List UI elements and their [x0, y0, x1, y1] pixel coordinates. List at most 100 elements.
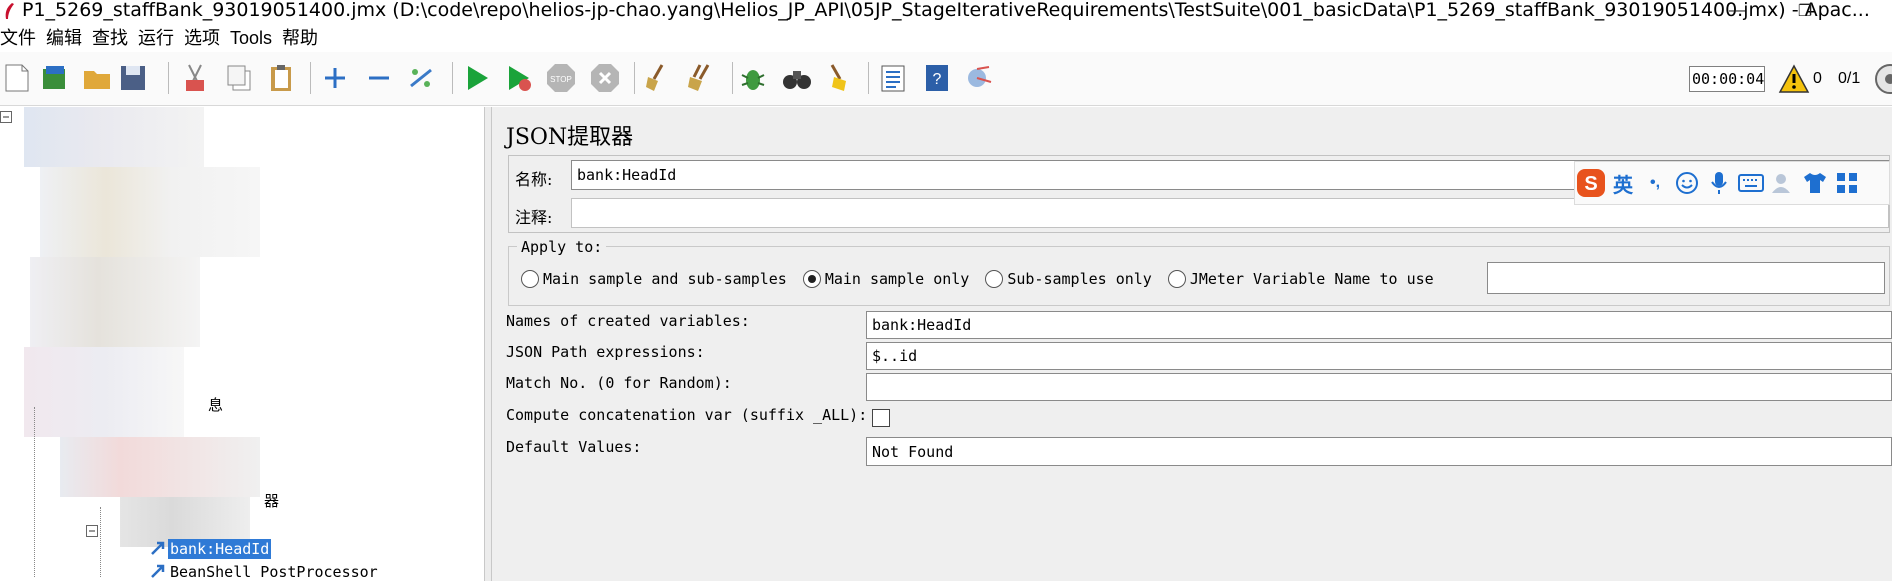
menu-run[interactable]: 运行 — [138, 24, 182, 52]
find-button[interactable] — [780, 61, 814, 95]
minus-icon — [369, 76, 389, 80]
radio-button[interactable] — [1167, 270, 1186, 288]
binoculars-icon — [783, 71, 811, 89]
menu-help[interactable]: 帮助 — [282, 24, 326, 52]
default-values-input[interactable]: Not Found — [866, 437, 1892, 466]
start-button[interactable] — [460, 61, 494, 95]
names-of-variables-label: Names of created variables: — [506, 312, 750, 330]
bug-icon — [741, 70, 765, 90]
search-button[interactable] — [736, 61, 770, 95]
collapse-all-button[interactable] — [362, 61, 396, 95]
redacted-area — [24, 347, 184, 437]
collapse-root-icon[interactable] — [0, 111, 12, 123]
plus-icon — [325, 68, 345, 88]
extractor-arrow-icon — [151, 541, 165, 555]
clear-all-button[interactable] — [684, 61, 718, 95]
ime-punctuation-toggle[interactable]: •, — [1639, 167, 1671, 199]
radio-label: JMeter Variable Name to use — [1189, 270, 1434, 288]
svg-text:STOP: STOP — [550, 75, 572, 84]
function-helper-button[interactable] — [876, 61, 910, 95]
concat-label: Compute concatenation var (suffix _ALL): — [506, 406, 868, 424]
stop-button: STOP — [544, 61, 578, 95]
play-icon — [468, 66, 488, 90]
open-folder-icon — [84, 71, 110, 89]
restore-icon: ❐ — [1797, 3, 1813, 20]
restore-button[interactable]: ❐ — [1780, 0, 1830, 22]
ime-language-toggle[interactable]: 英 — [1607, 167, 1639, 199]
copy-button[interactable] — [222, 61, 256, 95]
menu-file[interactable]: 文件 — [0, 24, 44, 52]
svg-text:S: S — [1584, 173, 1597, 195]
match-no-input[interactable] — [866, 373, 1892, 401]
menu-edit[interactable]: 编辑 — [46, 24, 90, 52]
new-button[interactable] — [0, 61, 34, 95]
templates-button[interactable] — [38, 61, 72, 95]
templates-icon — [43, 66, 65, 89]
tree-item[interactable]: BeanShell PostProcessor — [170, 562, 378, 581]
collapse-node-icon[interactable] — [86, 525, 98, 537]
emoji-icon[interactable] — [1671, 167, 1703, 199]
radio-main-and-sub[interactable]: Main sample and sub-samples — [521, 270, 787, 288]
minimize-button[interactable]: — — [1712, 0, 1762, 22]
comment-label: 注释: — [515, 208, 553, 227]
clear-button[interactable] — [640, 61, 674, 95]
test-plan-tree[interactable]: 息 器 bank:HeadId BeanShell PostProcessor — [0, 107, 484, 581]
grid-menu-icon[interactable] — [1831, 167, 1863, 199]
start-no-pauses-button[interactable] — [502, 61, 536, 95]
help-button[interactable]: ? — [920, 61, 954, 95]
cut-button[interactable] — [178, 61, 212, 95]
json-path-input[interactable]: $..id — [866, 342, 1892, 370]
new-file-icon — [5, 64, 29, 92]
remote-button[interactable] — [962, 61, 996, 95]
copy-icon — [227, 65, 251, 91]
concat-checkbox[interactable] — [872, 409, 890, 427]
paste-icon — [271, 65, 291, 91]
keyboard-icon[interactable] — [1735, 167, 1767, 199]
skin-shirt-icon[interactable] — [1799, 167, 1831, 199]
toggle-button[interactable] — [404, 61, 438, 95]
svg-text:?: ? — [933, 71, 942, 88]
broom-all-icon — [688, 64, 710, 91]
sogou-logo-icon[interactable]: S — [1575, 167, 1607, 199]
save-icon — [121, 66, 145, 90]
panel-splitter[interactable] — [484, 107, 492, 581]
window-title: P1_5269_staffBank_93019051400.jmx (D:\co… — [22, 0, 1870, 21]
redacted-area — [60, 437, 260, 497]
reset-broom-icon — [830, 64, 846, 91]
warning-icon[interactable] — [1778, 64, 1810, 94]
thread-count: 0/1 — [1838, 70, 1861, 87]
expand-all-button[interactable] — [318, 61, 352, 95]
apply-to-group: Apply to: Main sample and sub-samples Ma… — [508, 238, 1890, 306]
radio-main-only[interactable]: Main sample only — [802, 270, 969, 288]
radio-sub-only[interactable]: Sub-samples only — [985, 270, 1152, 288]
menu-options[interactable]: 选项 — [184, 24, 228, 52]
redacted-area — [40, 167, 260, 257]
open-button[interactable] — [80, 61, 114, 95]
tree-item-selected[interactable]: bank:HeadId — [168, 539, 272, 559]
menu-search[interactable]: 查找 — [92, 24, 136, 52]
minimize-icon: — — [1729, 2, 1745, 19]
user-icon[interactable] — [1767, 167, 1799, 199]
title-bar: P1_5269_staffBank_93019051400.jmx (D:\co… — [0, 0, 1892, 24]
names-of-variables-input[interactable]: bank:HeadId — [866, 311, 1892, 339]
radio-jmeter-variable[interactable]: JMeter Variable Name to use — [1167, 270, 1434, 288]
postprocessor-arrow-icon — [151, 564, 165, 578]
redacted-area — [24, 107, 204, 167]
elapsed-timer: 00:00:04 — [1689, 66, 1765, 92]
reset-search-button[interactable] — [822, 61, 856, 95]
play-no-timers-icon — [509, 66, 531, 91]
tree-partial-label: 器 — [264, 492, 280, 510]
microphone-icon[interactable] — [1703, 167, 1735, 199]
remote-icon — [968, 66, 992, 87]
jmeter-variable-input[interactable] — [1487, 262, 1885, 294]
match-no-label: Match No. (0 for Random): — [506, 374, 732, 392]
shutdown-button — [588, 61, 622, 95]
paste-button[interactable] — [264, 61, 298, 95]
json-path-label: JSON Path expressions: — [506, 343, 705, 361]
save-button[interactable] — [116, 61, 150, 95]
tree-partial-label: 息 — [208, 396, 224, 414]
radio-button-selected[interactable] — [802, 270, 821, 288]
radio-button[interactable] — [985, 270, 1004, 288]
radio-button[interactable] — [521, 270, 539, 288]
menu-tools[interactable]: Tools — [230, 24, 280, 52]
